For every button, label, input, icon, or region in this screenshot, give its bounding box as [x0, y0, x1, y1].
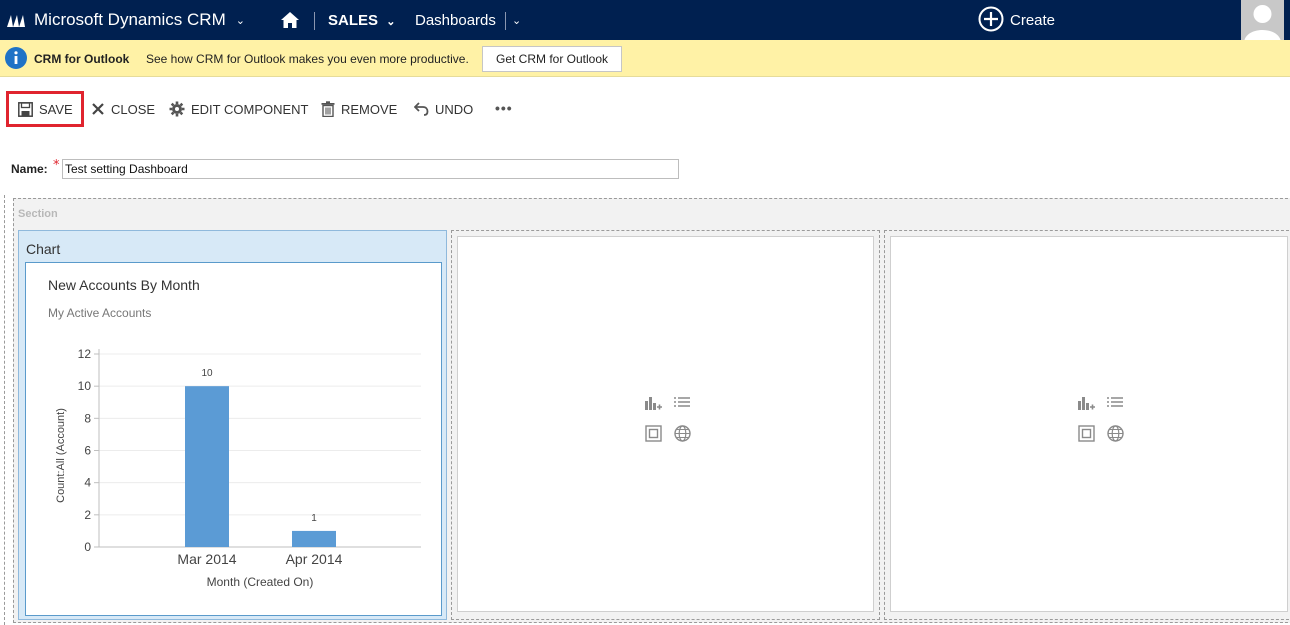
y-tick-label: 8: [84, 411, 91, 425]
chevron-down-icon: ⌄: [386, 16, 396, 28]
y-tick-label: 4: [84, 476, 91, 490]
bar: [185, 386, 229, 547]
create-button[interactable]: Create: [978, 6, 1055, 32]
x-tick-label: Mar 2014: [177, 551, 236, 567]
bar-data-label: 1: [311, 513, 317, 524]
undo-icon: [414, 102, 429, 116]
save-label: SAVE: [39, 101, 73, 117]
iframe-icon[interactable]: [1078, 425, 1095, 442]
empty-component-panel: [457, 236, 874, 612]
nav-separator: [314, 12, 315, 30]
y-tick-label: 2: [84, 508, 91, 522]
name-field-row: Name: * Test setting Dashboard: [0, 158, 1290, 182]
home-icon[interactable]: [280, 10, 300, 30]
close-button[interactable]: CLOSE: [91, 91, 155, 127]
empty-component-panel: [890, 236, 1288, 612]
bar-data-label: 10: [201, 368, 213, 379]
user-silhouette-icon: [1244, 5, 1281, 40]
component-type-icons: [1077, 394, 1125, 442]
chart-add-icon[interactable]: [1077, 394, 1095, 412]
x-axis-label: Month (Created On): [207, 575, 314, 589]
area-selector[interactable]: SALES ⌄: [328, 12, 395, 29]
remove-button[interactable]: REMOVE: [321, 91, 397, 127]
iframe-icon[interactable]: [645, 425, 662, 442]
user-avatar[interactable]: [1241, 0, 1284, 40]
y-tick-label: 0: [84, 540, 91, 554]
chevron-down-icon: ⌄: [235, 13, 245, 27]
chart-panel: New Accounts By Month My Active Accounts…: [25, 262, 442, 616]
chart-component-header: Chart: [26, 241, 61, 257]
y-axis-label: Count:All (Account): [55, 408, 67, 503]
bar: [292, 530, 336, 547]
command-bar: SAVE CLOSE EDIT COMPONENT REMOVE UNDO ••…: [0, 90, 1290, 130]
plus-circle-icon: [978, 6, 1004, 32]
section-selector[interactable]: Dashboards: [415, 12, 496, 29]
notification-bar: CRM for Outlook See how CRM for Outlook …: [0, 40, 1290, 77]
name-input[interactable]: Test setting Dashboard: [62, 159, 679, 179]
remove-label: REMOVE: [341, 101, 398, 117]
undo-button[interactable]: UNDO: [414, 91, 473, 127]
trash-icon: [321, 101, 335, 117]
save-icon: [18, 101, 33, 117]
gear-icon: [169, 101, 185, 117]
list-icon[interactable]: [1107, 396, 1123, 410]
top-navigation-bar: Microsoft Dynamics CRM ⌄ SALES ⌄ Dashboa…: [0, 0, 1290, 40]
info-icon: [5, 47, 27, 69]
notification-title: CRM for Outlook: [34, 52, 130, 66]
name-label: Name:: [11, 162, 48, 176]
more-commands-button[interactable]: •••: [495, 90, 513, 126]
web-resource-icon[interactable]: [674, 425, 691, 442]
web-resource-icon[interactable]: [1107, 425, 1124, 442]
edit-component-label: EDIT COMPONENT: [191, 101, 309, 117]
chart-add-icon[interactable]: [644, 394, 662, 412]
empty-component-2[interactable]: [884, 230, 1290, 620]
brand-title: Microsoft Dynamics CRM: [34, 10, 226, 29]
section-label: Section: [18, 208, 58, 220]
y-tick-label: 6: [84, 444, 91, 458]
y-tick-label: 12: [78, 347, 92, 361]
nav-separator: [505, 12, 506, 30]
chevron-down-icon[interactable]: ⌄: [512, 14, 521, 27]
chart-plot: 0 2 4 6 8 10 12 10 Mar 2014 1 Apr 2014 Month (Creat…: [55, 347, 421, 589]
create-label: Create: [1010, 12, 1056, 29]
edit-component-button[interactable]: EDIT COMPONENT: [169, 91, 309, 127]
list-icon[interactable]: [674, 396, 690, 410]
area-label: SALES: [328, 12, 379, 29]
required-indicator: *: [53, 158, 60, 173]
dynamics-logo-icon: [7, 15, 25, 27]
undo-label: UNDO: [435, 101, 474, 117]
save-button[interactable]: SAVE: [18, 91, 73, 127]
get-crm-for-outlook-button[interactable]: Get CRM for Outlook: [482, 46, 622, 72]
brand-menu[interactable]: Microsoft Dynamics CRM ⌄: [6, 0, 245, 40]
close-label: CLOSE: [111, 101, 156, 117]
chart-component[interactable]: Chart New Accounts By Month My Active Ac…: [18, 230, 447, 620]
close-icon: [92, 103, 104, 115]
y-tick-label: 10: [78, 379, 92, 393]
empty-component-1[interactable]: [451, 230, 880, 620]
component-type-icons: [644, 394, 692, 442]
x-tick-label: Apr 2014: [286, 551, 343, 567]
notification-message: See how CRM for Outlook makes you even m…: [146, 52, 469, 66]
